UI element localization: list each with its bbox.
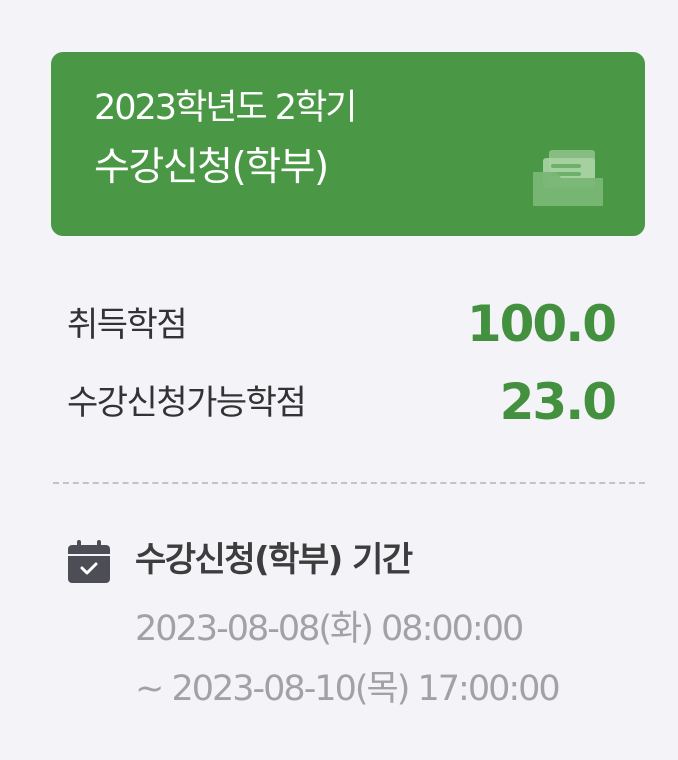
banner-title: 수강신청(학부) [94,145,329,190]
calendar-check-icon [68,540,110,583]
semester-label: 2023학년도 2학기 [94,88,357,128]
period-start: 2023-08-08(화) 08:00:00 [135,609,524,649]
dashed-divider [53,482,645,484]
enrollment-card: 2023학년도 2학기 수강신청(학부) 취득학점 100.0 수강신청가능학점… [0,0,678,760]
folder-documents-icon [533,150,603,206]
earned-credits-label: 취득학점 [67,305,188,345]
available-credits-label: 수강신청가능학점 [67,383,307,423]
available-credits-row: 수강신청가능학점 23.0 [67,373,617,433]
available-credits-value: 23.0 [499,373,617,431]
earned-credits-row: 취득학점 100.0 [67,295,617,355]
enrollment-period-title: 수강신청(학부) 기간 [135,540,413,580]
earned-credits-value: 100.0 [466,295,617,353]
enrollment-banner[interactable]: 2023학년도 2학기 수강신청(학부) [51,52,645,236]
period-end: ~ 2023-08-10(목) 17:00:00 [135,669,561,709]
